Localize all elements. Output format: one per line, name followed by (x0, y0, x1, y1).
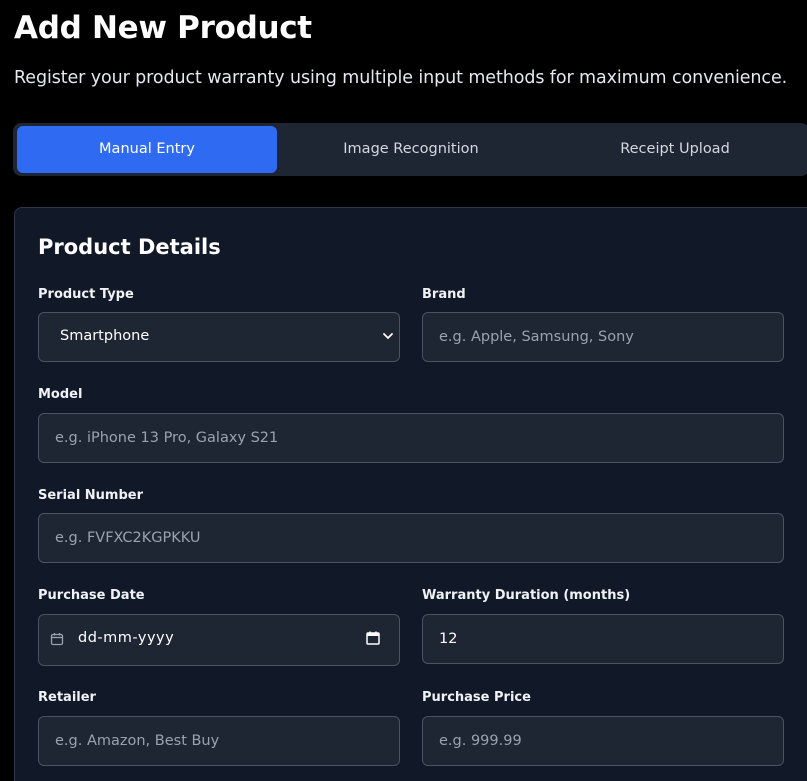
retailer-label: Retailer (38, 690, 96, 705)
brand-label: Brand (422, 287, 466, 302)
product-details-card: Product Details Product Type Smartphone … (14, 207, 807, 781)
purchase-price-label: Purchase Price (422, 690, 531, 705)
product-type-select[interactable]: Smartphone (38, 312, 400, 362)
card-title: Product Details (38, 235, 221, 259)
product-type-value: Smartphone (60, 328, 150, 344)
purchase-price-input[interactable] (422, 716, 784, 766)
tab-manual-entry[interactable]: Manual Entry (17, 126, 277, 173)
product-type-label: Product Type (38, 287, 134, 302)
serial-number-label: Serial Number (38, 488, 144, 503)
serial-number-input[interactable] (38, 513, 784, 563)
input-method-tabs: Manual Entry Image Recognition Receipt U… (13, 123, 807, 176)
tab-receipt-upload[interactable]: Receipt Upload (545, 126, 805, 173)
warranty-duration-label: Warranty Duration (months) (422, 588, 631, 603)
warranty-duration-input[interactable] (422, 614, 784, 664)
calendar-picker-icon[interactable] (365, 630, 381, 646)
purchase-date-label: Purchase Date (38, 588, 145, 603)
model-label: Model (38, 387, 83, 402)
chevron-down-icon (383, 333, 393, 339)
calendar-icon (50, 633, 64, 646)
brand-input[interactable] (422, 312, 784, 362)
retailer-input[interactable] (38, 716, 400, 766)
model-input[interactable] (38, 413, 784, 463)
tab-image-recognition[interactable]: Image Recognition (281, 126, 541, 173)
page-title: Add New Product (14, 10, 312, 46)
page: Add New Product Register your product wa… (0, 0, 807, 781)
page-subtitle: Register your product warranty using mul… (14, 68, 788, 88)
purchase-date-placeholder: dd-mm-yyyy (78, 630, 175, 646)
purchase-date-input[interactable]: dd-mm-yyyy (38, 614, 400, 666)
